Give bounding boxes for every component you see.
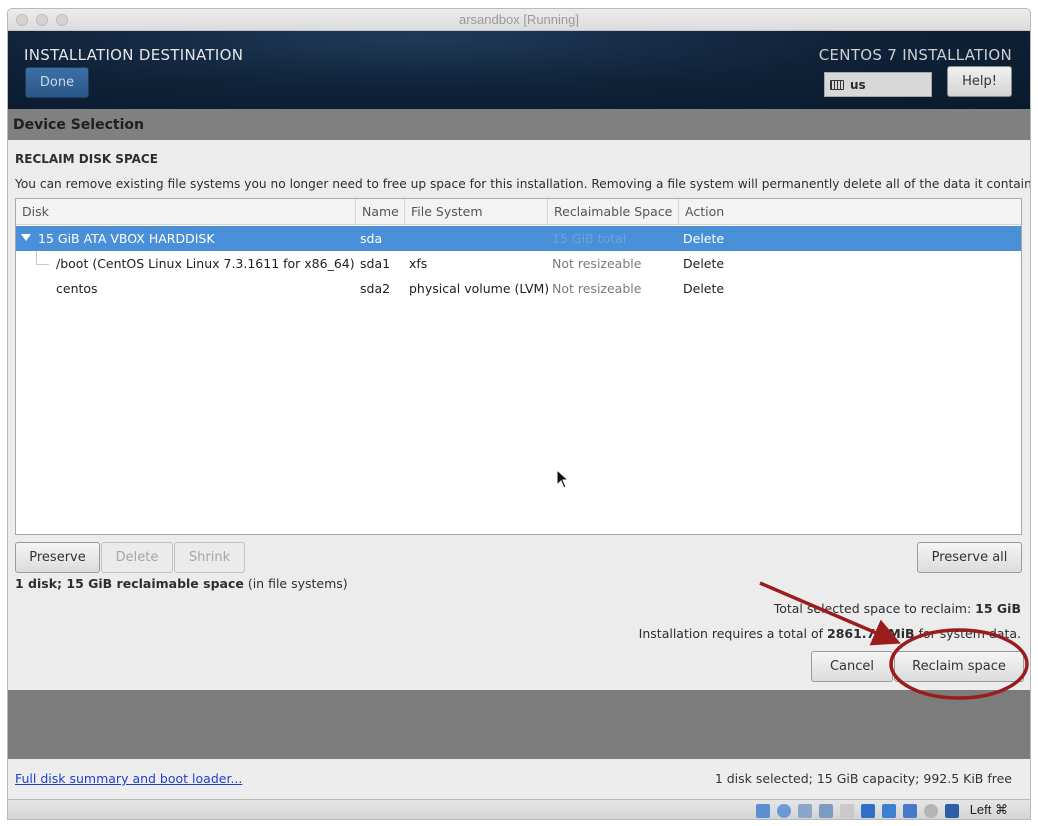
installer-header: INSTALLATION DESTINATION Done CENTOS 7 I…	[8, 31, 1030, 109]
done-button[interactable]: Done	[25, 67, 89, 98]
cpu-icon[interactable]	[924, 804, 938, 818]
column-reclaimable-space[interactable]: Reclaimable Space	[548, 199, 679, 225]
reclaim-description: You can remove existing file systems you…	[15, 177, 1031, 191]
preserve-button[interactable]: Preserve	[15, 542, 100, 573]
preserve-all-button[interactable]: Preserve all	[917, 542, 1022, 573]
disk-cell: 15 GiB ATA VBOX HARDDISK	[38, 231, 215, 246]
help-button[interactable]: Help!	[947, 66, 1012, 97]
hard-disk-icon[interactable]	[756, 804, 770, 818]
summary-bold: 1 disk; 15 GiB reclaimable space	[15, 576, 244, 591]
total-value: 15 GiB	[975, 601, 1021, 616]
usb-icon[interactable]	[840, 804, 854, 818]
total-selected-space: Total selected space to reclaim: 15 GiB	[774, 601, 1021, 616]
total-label: Total selected space to reclaim:	[773, 601, 976, 616]
keyboard-layout-indicator[interactable]: us	[824, 72, 932, 97]
network-icon[interactable]	[819, 804, 833, 818]
full-disk-summary-link[interactable]: Full disk summary and boot loader...	[15, 771, 242, 786]
table-row[interactable]: 15 GiB ATA VBOX HARDDISK sda 15 GiB tota…	[16, 226, 1021, 251]
disk-table: Disk Name File System Reclaimable Space …	[15, 198, 1022, 535]
product-title: CENTOS 7 INSTALLATION	[818, 46, 1012, 64]
table-row[interactable]: centos sda2 physical volume (LVM) Not re…	[16, 276, 1021, 301]
optical-drive-icon[interactable]	[777, 804, 791, 818]
installation-requirement: Installation requires a total of 2861.72…	[639, 626, 1021, 641]
reclaimable-cell: Not resizeable	[552, 281, 642, 296]
window-title: arsandbox [Running]	[459, 12, 579, 27]
disk-status-text: 1 disk selected; 15 GiB capacity; 992.5 …	[714, 771, 1012, 786]
footer-bar: Full disk summary and boot loader... 1 d…	[8, 759, 1030, 799]
virtualbox-window: arsandbox [Running] INSTALLATION DESTINA…	[7, 8, 1031, 820]
summary-rest: (in file systems)	[243, 576, 348, 591]
name-cell: sda	[360, 231, 383, 246]
keyboard-icon	[830, 79, 844, 90]
column-file-system[interactable]: File System	[405, 199, 548, 225]
page-title: INSTALLATION DESTINATION	[24, 46, 244, 64]
display-icon[interactable]	[882, 804, 896, 818]
column-action[interactable]: Action	[679, 199, 1023, 225]
fs-cell: physical volume (LVM)	[409, 281, 550, 296]
tree-connector	[36, 251, 49, 265]
fs-cell: xfs	[409, 256, 428, 271]
delete-button[interactable]: Delete	[101, 542, 173, 573]
table-header: Disk Name File System Reclaimable Space …	[16, 199, 1021, 225]
video-capture-icon[interactable]	[903, 804, 917, 818]
audio-icon[interactable]	[798, 804, 812, 818]
cancel-button[interactable]: Cancel	[811, 651, 893, 682]
shrink-button[interactable]: Shrink	[174, 542, 245, 573]
vm-statusbar: Left ⌘	[8, 799, 1030, 819]
keyboard-layout-label: us	[850, 77, 866, 92]
action-cell: Delete	[683, 281, 725, 296]
requires-post: for system data.	[914, 626, 1021, 641]
disk-cell: /boot (CentOS Linux Linux 7.3.1611 for x…	[56, 256, 355, 271]
table-row[interactable]: /boot (CentOS Linux Linux 7.3.1611 for x…	[16, 251, 1021, 276]
mouse-integration-icon[interactable]	[945, 804, 959, 818]
shared-folders-icon[interactable]	[861, 804, 875, 818]
disk-cell: centos	[56, 281, 98, 296]
reclaim-title: RECLAIM DISK SPACE	[15, 152, 158, 166]
action-cell: Delete	[683, 256, 725, 271]
window-titlebar: arsandbox [Running]	[8, 9, 1030, 31]
reclaim-summary: 1 disk; 15 GiB reclaimable space (in fil…	[15, 576, 348, 591]
reclaimable-cell: Not resizeable	[552, 256, 642, 271]
action-cell: Delete	[683, 231, 725, 246]
mouse-pointer-icon	[556, 469, 570, 489]
reclaim-space-button[interactable]: Reclaim space	[894, 651, 1024, 682]
device-selection-header: Device Selection	[8, 109, 1030, 140]
column-name[interactable]: Name	[356, 199, 405, 225]
device-selection-title: Device Selection	[13, 117, 144, 133]
expander-down-icon[interactable]	[21, 234, 31, 242]
reclaim-dialog: RECLAIM DISK SPACE You can remove existi…	[8, 140, 1030, 690]
host-key-label: Left ⌘	[969, 802, 1008, 817]
name-cell: sda2	[360, 281, 391, 296]
reclaimable-cell: 15 GiB total	[552, 231, 627, 246]
requires-pre: Installation requires a total of	[638, 626, 828, 641]
column-disk[interactable]: Disk	[16, 199, 356, 225]
requires-value: 2861.72 MiB	[827, 626, 915, 641]
name-cell: sda1	[360, 256, 391, 271]
